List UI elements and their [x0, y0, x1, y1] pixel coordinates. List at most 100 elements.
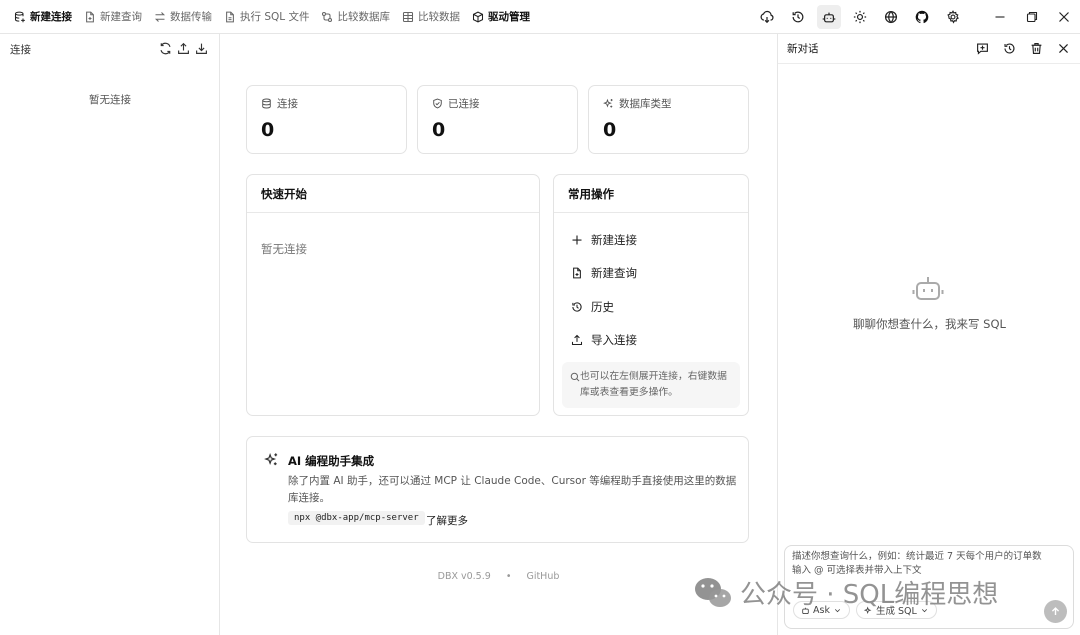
ai-card-title: AI 编程助手集成 [288, 454, 375, 468]
robot-icon [912, 277, 944, 300]
trash-icon [1031, 42, 1042, 54]
chat-actions [976, 42, 1071, 56]
send-button[interactable] [1044, 600, 1067, 623]
import-button[interactable] [195, 42, 209, 56]
mode-select[interactable]: Ask [793, 601, 850, 619]
restore-button[interactable] [1016, 0, 1048, 34]
stat-card-connected: 已连接 0 [417, 85, 578, 154]
stat-label-text: 连接 [277, 98, 298, 110]
minimize-button[interactable] [984, 0, 1016, 34]
history-button[interactable] [786, 5, 810, 29]
sidebar-actions [159, 42, 209, 56]
restore-icon [1026, 11, 1038, 23]
sidebar-header: 连接 [0, 34, 219, 64]
dashboard: 连接 0 已连接 0 数据库类型 0 快速开始 暂无连接 常用操作 新建连接 新… [220, 34, 777, 635]
minimize-icon [995, 16, 1005, 18]
chat-history-button[interactable] [1003, 42, 1017, 56]
toolbar-label: 执行 SQL 文件 [240, 11, 310, 23]
settings-button[interactable] [941, 5, 965, 29]
chat-input[interactable] [785, 546, 1073, 586]
hint-text: 也可以在左侧展开连接，右键数据库或表查看更多操作。 [580, 371, 727, 398]
toolbar-driver-manager[interactable]: 驱动管理 [466, 5, 536, 29]
toolbar-new-query[interactable]: 新建查询 [78, 5, 148, 29]
toolbar-compare-data[interactable]: 比较数据 [396, 5, 466, 29]
toolbar-transfer[interactable]: 数据传输 [148, 5, 218, 29]
stat-value: 0 [261, 119, 275, 141]
github-icon [915, 10, 928, 24]
history-icon [792, 11, 803, 23]
stat-label-text: 已连接 [448, 98, 480, 110]
refresh-button[interactable] [159, 42, 173, 56]
op-new-query[interactable]: 新建查询 [554, 257, 748, 291]
sparkles-icon [863, 605, 872, 614]
sql-file-icon [226, 11, 234, 22]
new-query-icon [573, 267, 581, 279]
stat-label-text: 数据库类型 [619, 98, 672, 110]
toolbar-label: 比较数据 [417, 11, 460, 23]
toolbar-compare-db[interactable]: 比较数据库 [315, 5, 396, 29]
globe-icon [884, 10, 897, 24]
compare-db-icon [322, 11, 333, 22]
compare-data-icon [402, 11, 413, 22]
op-label: 新建连接 [591, 232, 637, 247]
toolbar-run-sql-file[interactable]: 执行 SQL 文件 [218, 5, 315, 29]
history-icon [572, 302, 582, 312]
op-import-connection[interactable]: 导入连接 [554, 324, 748, 358]
sparkles-icon [264, 453, 278, 466]
cloud-download-button[interactable] [755, 5, 779, 29]
toolbar-label: 驱动管理 [487, 11, 530, 23]
op-label: 历史 [591, 299, 614, 314]
refresh-icon [160, 42, 171, 55]
chat-composer: Ask 生成 SQL [784, 545, 1074, 629]
toolbar-label: 新建查询 [100, 11, 142, 23]
ai-card-description: 除了内置 AI 助手，还可以通过 MCP 让 Claude Code、Curso… [288, 475, 737, 504]
close-icon [1059, 12, 1069, 22]
download-icon [196, 43, 207, 54]
op-new-connection[interactable]: 新建连接 [554, 223, 748, 257]
common-ops-list: 新建连接 新建查询 历史 导入连接 [554, 213, 748, 357]
toolbar-label: 比较数据库 [337, 11, 390, 23]
op-label: 导入连接 [591, 333, 637, 348]
toolbar-label: 数据传输 [170, 11, 212, 23]
language-button[interactable] [879, 5, 903, 29]
learn-more-link[interactable]: 了解更多 [426, 513, 468, 528]
cloud-download-icon [760, 10, 774, 24]
close-icon [1059, 43, 1068, 53]
new-chat-button[interactable] [976, 42, 990, 56]
action-label: 生成 SQL [875, 606, 917, 617]
theme-button[interactable] [848, 5, 872, 29]
driver-icon [472, 11, 483, 22]
op-history[interactable]: 历史 [554, 290, 748, 324]
footer-separator: • [505, 571, 512, 582]
github-link[interactable]: GitHub [526, 571, 559, 582]
chat-header: 新对话 [778, 34, 1080, 64]
toolbar-nav: 新建连接 新建查询 数据传输 执行 SQL 文件 比较数据库 比较数据 驱动管理 [0, 0, 536, 33]
window-close-button[interactable] [1048, 0, 1080, 34]
new-chat-icon [977, 42, 988, 55]
action-select[interactable]: 生成 SQL [855, 601, 937, 619]
close-chat-button[interactable] [1057, 42, 1071, 56]
ai-assistant-button[interactable] [816, 5, 841, 29]
quick-start-empty-text: 暂无连接 [261, 242, 307, 256]
common-ops-card: 常用操作 新建连接 新建查询 历史 导入连接 也可以在左侧展开连接，右键数据库或… [553, 174, 749, 416]
mcp-command: npx @dbx-app/mcp-server [288, 511, 425, 525]
toolbar-new-connection[interactable]: 新建连接 [8, 5, 78, 29]
stat-card-db-types: 数据库类型 0 [588, 85, 749, 154]
new-connection-icon [14, 11, 25, 22]
transfer-icon [154, 11, 166, 22]
upload-icon [571, 335, 583, 346]
footer: DBX v0.5.9 • GitHub [220, 571, 777, 582]
search-icon [570, 372, 580, 382]
clear-chat-button[interactable] [1030, 42, 1044, 56]
toolbar-right [751, 0, 1080, 34]
history-icon [1004, 42, 1015, 54]
sidebar-empty-text: 暂无连接 [89, 94, 131, 106]
github-button[interactable] [910, 5, 934, 29]
export-button[interactable] [177, 42, 191, 56]
gear-icon [946, 10, 959, 24]
stat-label: 已连接 [432, 96, 563, 111]
common-ops-hint: 也可以在左侧展开连接，右键数据库或表查看更多操作。 [562, 362, 740, 408]
stat-label: 数据库类型 [603, 96, 734, 111]
shield-check-icon [433, 98, 442, 109]
connection-sidebar: 连接 暂无连接 [0, 34, 220, 635]
